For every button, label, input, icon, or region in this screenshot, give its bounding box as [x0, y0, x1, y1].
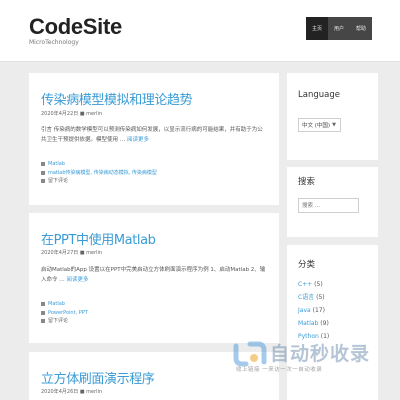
post-title-link[interactable]: 在PPT中使用Matlab — [41, 229, 156, 248]
category-count: (17) — [312, 307, 325, 314]
category-count: (1) — [320, 333, 330, 340]
search-input[interactable] — [298, 198, 359, 213]
category-count: (5) — [314, 281, 323, 288]
category-link[interactable]: Java — [298, 307, 311, 314]
category-count: (5) — [316, 294, 325, 301]
folder-icon — [41, 302, 45, 307]
widget-title: Language — [298, 90, 340, 100]
categories-widget: 分类 C++ (5) C语言 (5) Java (17) Matlab (9) … — [287, 245, 378, 400]
post-card: 立方体刷面演示程序 2020年4月26日 ■ merlin — [29, 352, 279, 400]
category-link[interactable]: Python — [298, 333, 319, 340]
post-category-link[interactable]: Matlab — [48, 160, 65, 169]
read-more-link[interactable]: 阅读更多 — [127, 137, 149, 143]
post-category-link[interactable]: Matlab — [48, 300, 65, 309]
main-nav: 主页 用户 帮助 — [306, 17, 372, 40]
site-description: MicroTechnology — [29, 39, 79, 46]
category-item: Matlab (9) — [298, 317, 329, 330]
post-footer: Matlab matlab传染病模型, 传染病动态模拟, 传染病模型 留下评论 — [41, 160, 157, 186]
post-meta: 2020年4月27日 ■ merlin — [41, 250, 103, 256]
widget-title: 分类 — [298, 260, 316, 270]
category-count: (9) — [320, 320, 329, 327]
post-comment-link[interactable]: 留下评论 — [48, 177, 68, 186]
category-item: C++ (5) — [298, 278, 329, 291]
category-link[interactable]: C++ — [298, 281, 312, 288]
comment-icon — [41, 179, 45, 184]
site-header: CodeSite MicroTechnology 主页 用户 帮助 — [0, 0, 400, 62]
post-card: 传染病模型模拟和理论趋势 2020年4月22日 ■ merlin 引言 传染病的… — [29, 73, 279, 205]
category-item: Java (17) — [298, 304, 329, 317]
folder-icon — [41, 162, 45, 167]
nav-item-home[interactable]: 主页 — [306, 17, 328, 40]
post-footer: Matlab PowerPoint, PPT 留下评论 — [41, 300, 88, 326]
search-widget: 搜索 — [287, 167, 378, 237]
site-title[interactable]: CodeSite — [29, 14, 122, 40]
nav-item-user[interactable]: 用户 — [328, 17, 350, 40]
chevron-down-icon: ▼ — [332, 122, 336, 128]
language-selected: 中文 (中国) — [302, 123, 331, 129]
post-tags-link[interactable]: PowerPoint, PPT — [48, 309, 88, 318]
post-excerpt: 启动Matlab的App 设置以在PPT中完美启动立方体刷面演示程序为例 1、启… — [41, 265, 267, 285]
post-excerpt: 引言 传染病的数学模型可以预测传染病如何发展，以显示流行病的可能结果，并有助于为… — [41, 125, 267, 145]
post-title-link[interactable]: 立方体刷面演示程序 — [41, 368, 155, 387]
post-meta: 2020年4月22日 ■ merlin — [41, 111, 103, 117]
comment-icon — [41, 319, 45, 324]
category-link[interactable]: C语言 — [298, 294, 314, 301]
category-item: Python (1) — [298, 330, 329, 343]
category-list: C++ (5) C语言 (5) Java (17) Matlab (9) Pyt… — [298, 278, 329, 343]
tag-icon — [41, 170, 45, 175]
post-title-link[interactable]: 传染病模型模拟和理论趋势 — [41, 89, 193, 108]
post-meta: 2020年4月26日 ■ merlin — [41, 389, 103, 395]
tag-icon — [41, 310, 45, 315]
post-card: 在PPT中使用Matlab 2020年4月27日 ■ merlin 启动Matl… — [29, 213, 279, 343]
post-excerpt-text: 引言 传染病的数学模型可以预测传染病如何发展，以显示流行病的可能结果，并有助于为… — [41, 127, 263, 143]
post-tags-link[interactable]: matlab传染病模型, 传染病动态模拟, 传染病模型 — [48, 169, 157, 178]
widget-title: 搜索 — [298, 177, 316, 187]
language-widget: Language 中文 (中国) ▼ — [287, 73, 378, 160]
post-comment-link[interactable]: 留下评论 — [48, 317, 68, 326]
category-link[interactable]: Matlab — [298, 320, 318, 327]
read-more-link[interactable]: 阅读更多 — [67, 277, 89, 283]
language-select[interactable]: 中文 (中国) ▼ — [298, 118, 341, 132]
nav-item-help[interactable]: 帮助 — [350, 17, 372, 40]
category-item: C语言 (5) — [298, 291, 329, 304]
